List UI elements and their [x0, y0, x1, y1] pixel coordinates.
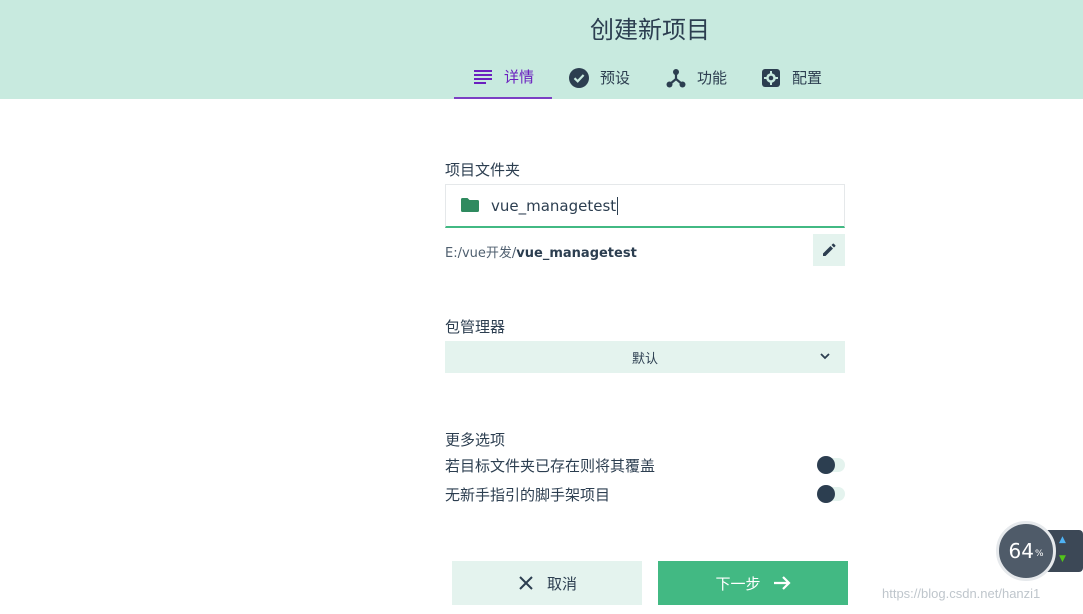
- overwrite-toggle[interactable]: [817, 456, 845, 474]
- arrow-right-icon: [773, 574, 791, 592]
- chevron-down-icon: [819, 350, 831, 362]
- path-name: vue_managetest: [516, 246, 637, 261]
- header-bar: 创建新项目 详情 预设 功能 配置: [0, 0, 1083, 99]
- gear-icon: [760, 67, 782, 89]
- upload-arrow-icon: ▲: [1059, 535, 1066, 545]
- option-row-overwrite: 若目标文件夹已存在则将其覆盖: [445, 453, 845, 477]
- speed-gauge: 64%: [996, 521, 1056, 581]
- pencil-icon: [822, 243, 836, 257]
- folder-icon: [461, 197, 481, 214]
- next-button[interactable]: 下一步: [658, 561, 848, 605]
- speed-percent: 64: [1008, 539, 1034, 563]
- path-prefix: E:/vue开发/: [445, 246, 517, 261]
- tab-label: 功能: [697, 69, 728, 87]
- tab-label: 预设: [600, 69, 631, 87]
- next-label: 下一步: [715, 574, 761, 593]
- option-label: 若目标文件夹已存在则将其覆盖: [445, 456, 656, 475]
- folder-path: E:/vue开发/vue_managetest: [445, 242, 637, 261]
- more-options-label: 更多选项: [445, 431, 506, 449]
- close-icon: [517, 574, 535, 592]
- tab-details[interactable]: 详情: [454, 56, 552, 99]
- text-cursor: [617, 196, 619, 215]
- page-title: 创建新项目: [590, 16, 710, 44]
- package-manager-value: 默认: [631, 351, 658, 367]
- scaffold-toggle[interactable]: [817, 485, 845, 503]
- speed-unit: %: [1034, 549, 1044, 559]
- download-arrow-icon: ▼: [1059, 554, 1066, 564]
- tab-label: 配置: [792, 69, 823, 87]
- folder-input-value: vue_managetest: [491, 196, 617, 215]
- tab-features[interactable]: 功能: [650, 56, 748, 99]
- toggle-knob: [817, 485, 835, 503]
- tab-config[interactable]: 配置: [748, 56, 846, 99]
- tab-presets[interactable]: 预设: [552, 56, 650, 99]
- list-icon: [472, 66, 494, 88]
- folder-label: 项目文件夹: [445, 161, 521, 179]
- check-circle-icon: [568, 67, 590, 89]
- branch-icon: [665, 67, 687, 89]
- step-tabs: 详情 预设 功能 配置: [454, 56, 846, 99]
- cancel-label: 取消: [546, 574, 577, 593]
- package-manager-select[interactable]: 默认: [445, 341, 845, 373]
- option-label: 无新手指引的脚手架项目: [445, 485, 611, 504]
- toggle-knob: [817, 456, 835, 474]
- option-row-no-git: 无新手指引的脚手架项目: [445, 482, 845, 506]
- watermark: https://blog.csdn.net/hanzi1: [882, 586, 1041, 601]
- folder-name-input[interactable]: vue_managetest: [445, 184, 845, 228]
- package-manager-label: 包管理器: [445, 318, 506, 336]
- tab-label: 详情: [504, 68, 535, 86]
- cancel-button[interactable]: 取消: [452, 561, 642, 605]
- edit-path-button[interactable]: [813, 234, 845, 266]
